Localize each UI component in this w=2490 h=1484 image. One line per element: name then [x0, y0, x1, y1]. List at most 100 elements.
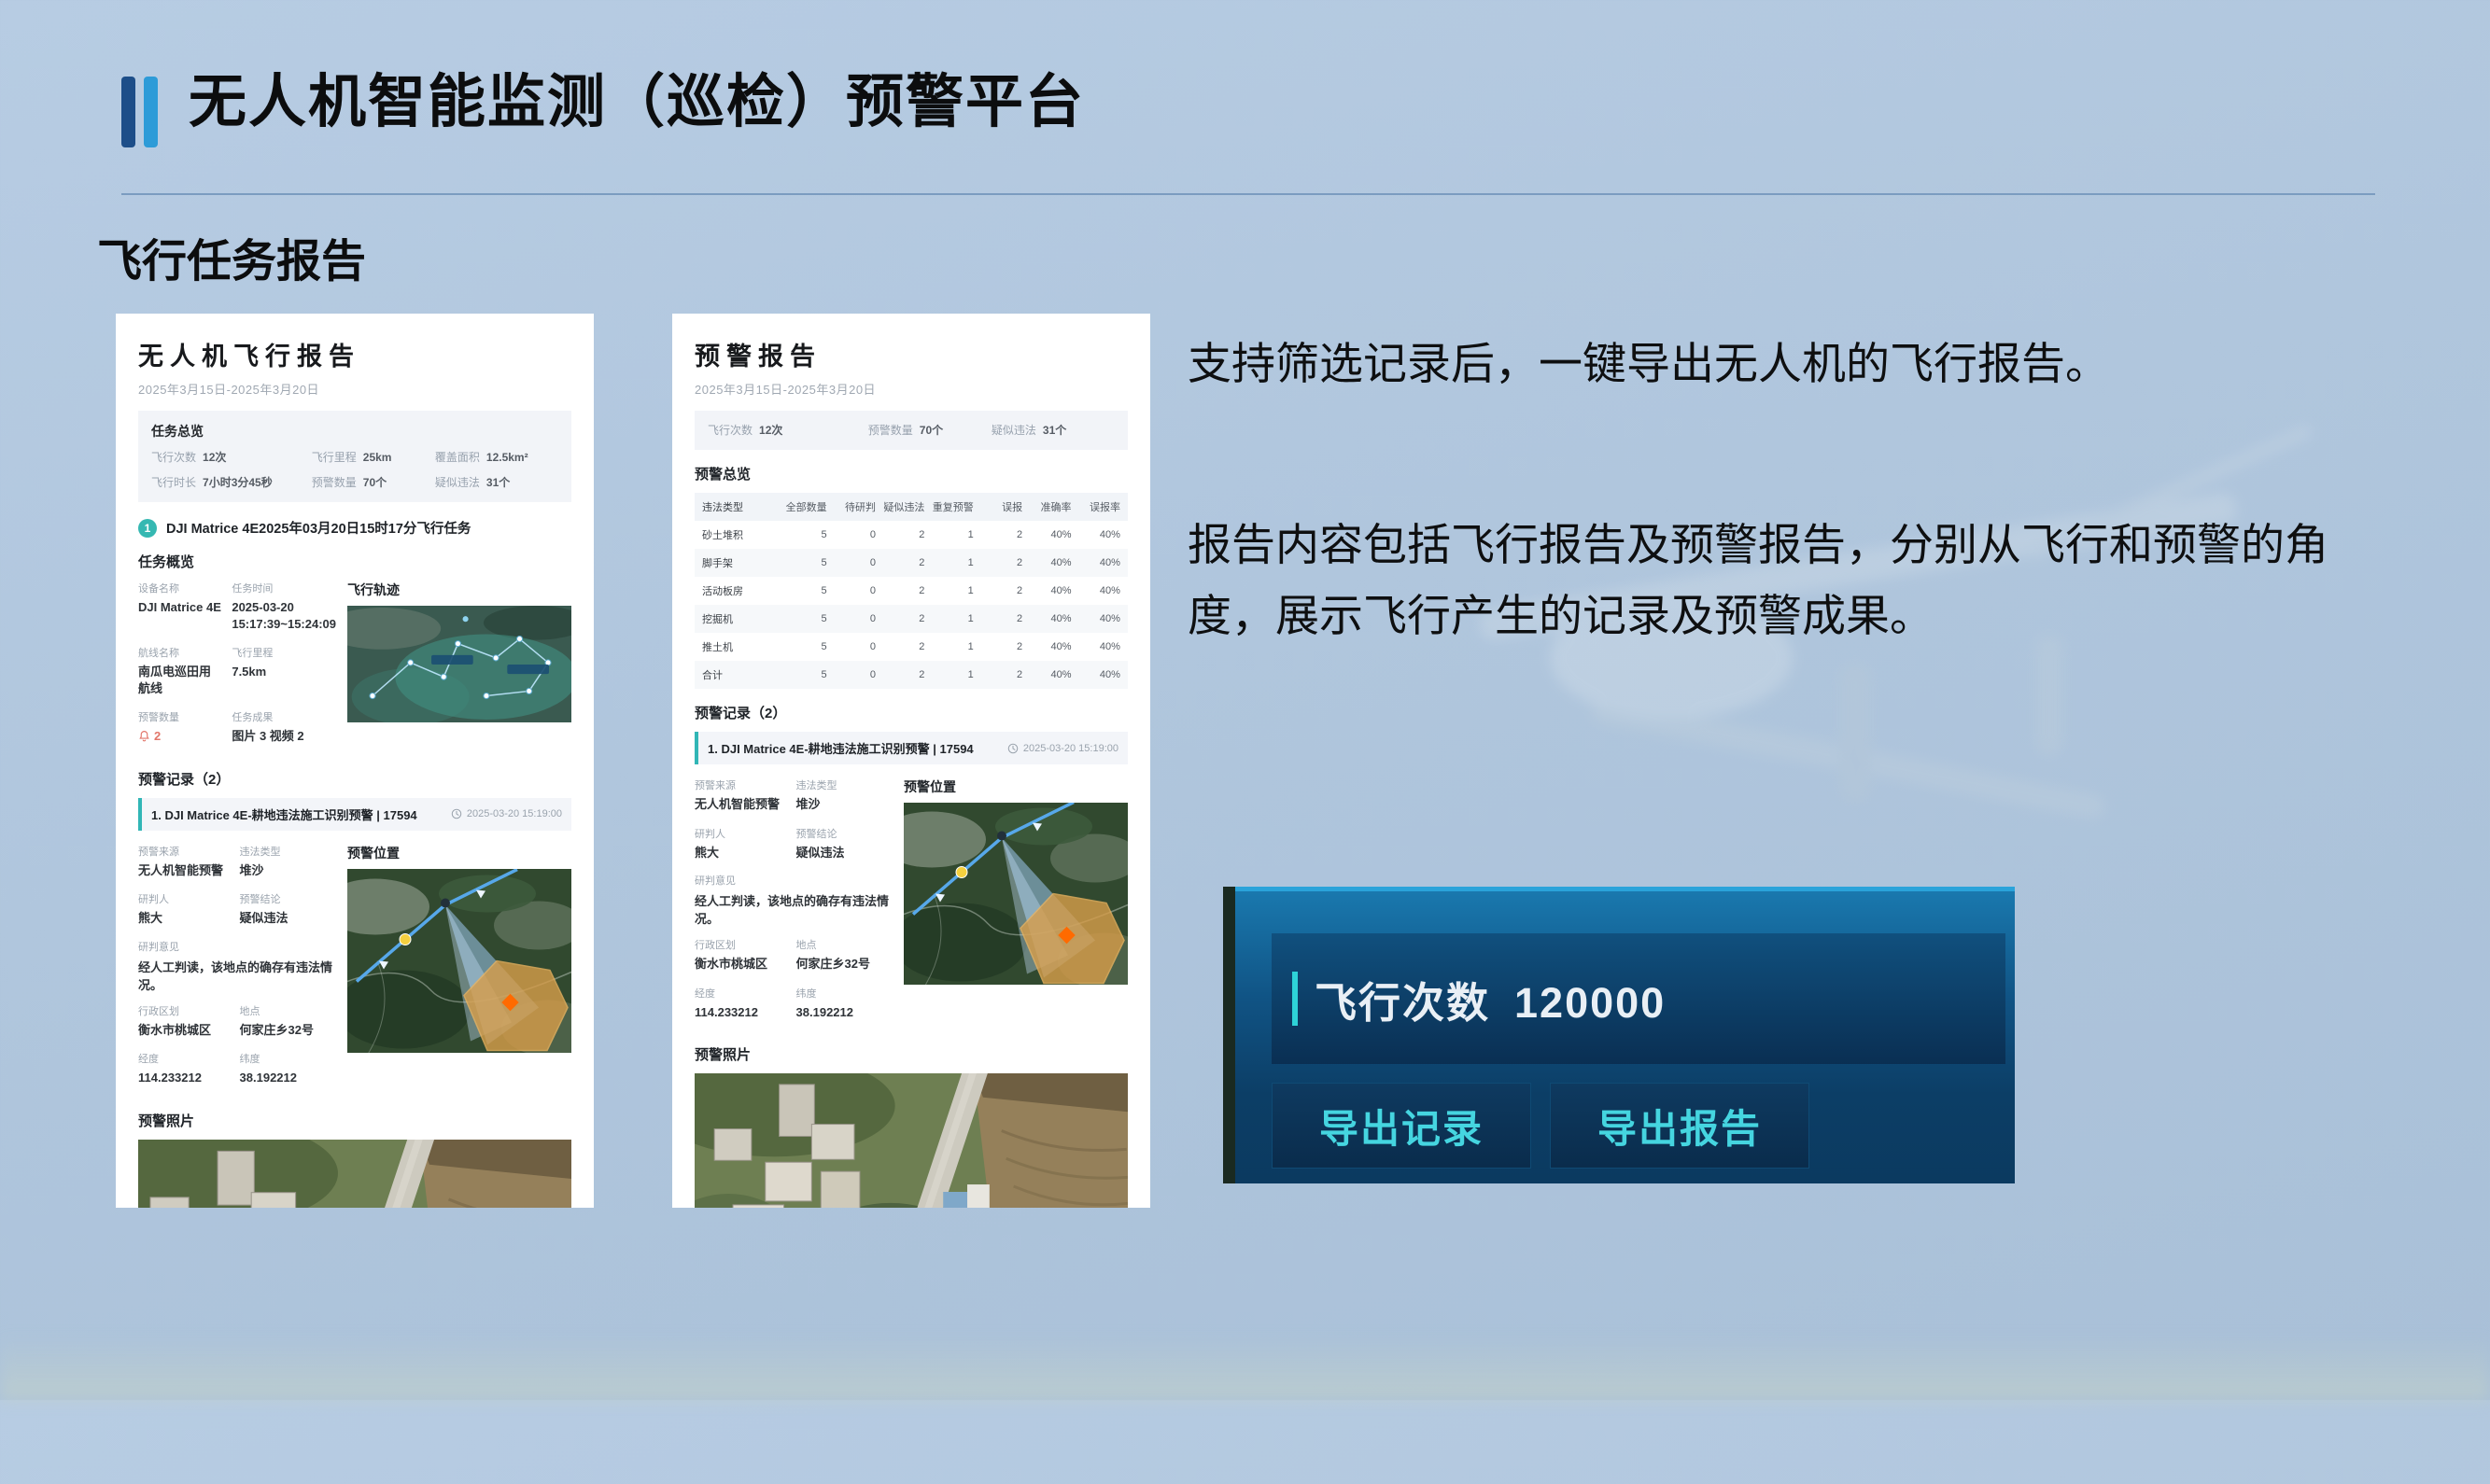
stat: 疑似违法31个: [435, 474, 558, 491]
warning-photo-label: 预警照片: [695, 1044, 1128, 1064]
field-value: 熊大: [695, 845, 787, 861]
stat-label: 飞行里程: [312, 451, 357, 464]
table-cell: 2: [974, 641, 1022, 652]
field: 航线名称南瓜电巡田用航线: [138, 645, 222, 696]
field: 预警结论疑似违法: [796, 826, 893, 861]
table-cell: 砂土堆积: [702, 527, 778, 542]
field: 任务成果图片 3 视频 2: [232, 709, 336, 745]
field-label: 经度: [695, 986, 787, 1001]
table-row: 推土机5021240%40%: [695, 633, 1128, 661]
warning-record-timestamp: 2025-03-20 15:19:00: [467, 808, 562, 819]
field-value: DJI Matrice 4E: [138, 599, 222, 616]
record-fields-2: 行政区划衡水市桃城区地点何家庄乡32号经度114.233212纬度38.1922…: [695, 937, 893, 1030]
slide: { "slide": { "title": "无人机智能监测（巡检）预警平台",…: [0, 0, 2490, 1400]
table-header-row: 违法类型全部数量待研判疑似违法重复预警误报准确率误报率: [695, 493, 1128, 521]
stat: 预警数量70个: [312, 474, 435, 491]
table-cell: 合计: [702, 667, 778, 682]
field-label: 预警结论: [240, 891, 336, 906]
field: 纬度38.192212: [796, 986, 893, 1021]
header-divider: [121, 193, 2375, 195]
table-cell: 脚手架: [702, 555, 778, 570]
field-value: 衡水市桃城区: [138, 1022, 231, 1039]
table-cell: 40%: [1072, 613, 1120, 624]
flight-report-date-range: 2025年3月15日-2025年3月20日: [138, 380, 571, 398]
table-cell: 2: [876, 585, 924, 596]
flight-report-card: 无人机飞行报告 2025年3月15日-2025年3月20日 任务总览 飞行次数1…: [116, 314, 594, 1208]
field-label: 纬度: [240, 1051, 336, 1066]
stat-value: 7小时3分45秒: [203, 476, 273, 489]
warning-record-timestamp: 2025-03-20 15:19:00: [1023, 743, 1118, 754]
task-item-title: DJI Matrice 4E2025年03月20日15时17分飞行任务: [166, 518, 471, 538]
table-cell: 2: [876, 557, 924, 568]
table-cell: 2: [876, 641, 924, 652]
field-label: 预警结论: [796, 826, 893, 841]
field-value: 衡水市桃城区: [695, 956, 787, 973]
table-cell: 0: [827, 585, 876, 596]
opinion-label: 研判意见: [138, 939, 336, 954]
field-label: 违法类型: [796, 777, 893, 792]
field-value: 38.192212: [796, 1004, 893, 1021]
field-label: 地点: [796, 937, 893, 952]
grass-decoration: [2125, 849, 2147, 1484]
section-subtitle: 飞行任务报告: [97, 224, 366, 289]
table-cell: 40%: [1022, 557, 1071, 568]
field-label: 预警来源: [138, 844, 231, 859]
field-label: 行政区划: [695, 937, 787, 952]
field: 违法类型堆沙: [240, 844, 336, 879]
grass-decoration: [2035, 1000, 2069, 1484]
table-cell: 推土机: [702, 639, 778, 654]
field: 预警数量 2: [138, 709, 222, 745]
table-cell: 40%: [1022, 669, 1071, 680]
stat-label: 飞行次数: [708, 424, 753, 437]
warning-report-card: 预警报告 2025年3月15日-2025年3月20日 飞行次数12次预警数量70…: [672, 314, 1150, 1208]
export-records-button[interactable]: 导出记录: [1272, 1083, 1531, 1169]
table-cell: 2: [974, 669, 1022, 680]
grass-decoration: [1211, 1130, 1242, 1484]
field-value: 2025-03-20 15:17:39~15:24:09: [232, 599, 336, 632]
opinion-text: 经人工判读，该地点的确存有违法情况。: [695, 891, 893, 927]
record-fields-2: 行政区划衡水市桃城区地点何家庄乡32号经度114.233212纬度38.1922…: [138, 1003, 336, 1097]
stat-label: 预警数量: [312, 476, 357, 489]
table-cell: 40%: [1022, 613, 1071, 624]
bottom-haze-decoration: [0, 1335, 2490, 1400]
field-value: 南瓜电巡田用航线: [138, 664, 222, 696]
warning-photo-label: 预警照片: [138, 1111, 571, 1130]
table-header-cell: 全部数量: [778, 499, 826, 514]
field-label: 任务时间: [232, 581, 336, 595]
stat: 飞行次数12次: [708, 422, 868, 439]
grass-decoration: [2353, 812, 2376, 1484]
table-cell: 40%: [1022, 585, 1071, 596]
table-row: 脚手架5021240%40%: [695, 549, 1128, 577]
table-cell: 5: [778, 669, 826, 680]
stat-value: 25km: [363, 451, 392, 464]
panel-edge-decoration: [1223, 887, 1235, 1183]
field: 预警结论疑似违法: [240, 891, 336, 927]
field-value: 疑似违法: [796, 845, 893, 861]
grass-decoration: [292, 1206, 327, 1484]
field: 经度114.233212: [138, 1051, 231, 1086]
record-fields: 预警来源无人机智能预警违法类型堆沙研判人熊大预警结论疑似违法: [695, 777, 893, 871]
table-cell: 1: [924, 613, 973, 624]
grass-decoration: [2387, 907, 2427, 1484]
table-cell: 40%: [1072, 641, 1120, 652]
field-label: 飞行里程: [232, 645, 336, 660]
export-report-button[interactable]: 导出报告: [1550, 1083, 1809, 1169]
stat: 预警数量70个: [868, 422, 992, 439]
table-cell: 1: [924, 585, 973, 596]
stat: 覆盖面积12.5km²: [435, 449, 558, 466]
warning-photo-image: [695, 1073, 1128, 1208]
clock-icon: [451, 808, 462, 819]
field-label: 研判人: [138, 891, 231, 906]
grass-decoration: [1354, 1206, 1383, 1484]
table-row: 活动板房5021240%40%: [695, 577, 1128, 605]
task-overview-title: 任务总览: [151, 422, 558, 441]
table-cell: 2: [974, 613, 1022, 624]
table-header-cell: 误报率: [1072, 499, 1120, 514]
description-paragraph-1: 支持筛选记录后，一键导出无人机的飞行报告。: [1188, 329, 2411, 399]
field-value: 无人机智能预警: [138, 862, 231, 879]
field-value: 7.5km: [232, 664, 336, 680]
description-paragraph-2: 报告内容包括飞行报告及预警报告，分别从飞行和预警的角度，展示飞行产生的记录及预警…: [1188, 510, 2411, 651]
stat-value: 12次: [203, 451, 226, 464]
table-cell: 40%: [1072, 557, 1120, 568]
table-cell: 40%: [1022, 529, 1071, 540]
